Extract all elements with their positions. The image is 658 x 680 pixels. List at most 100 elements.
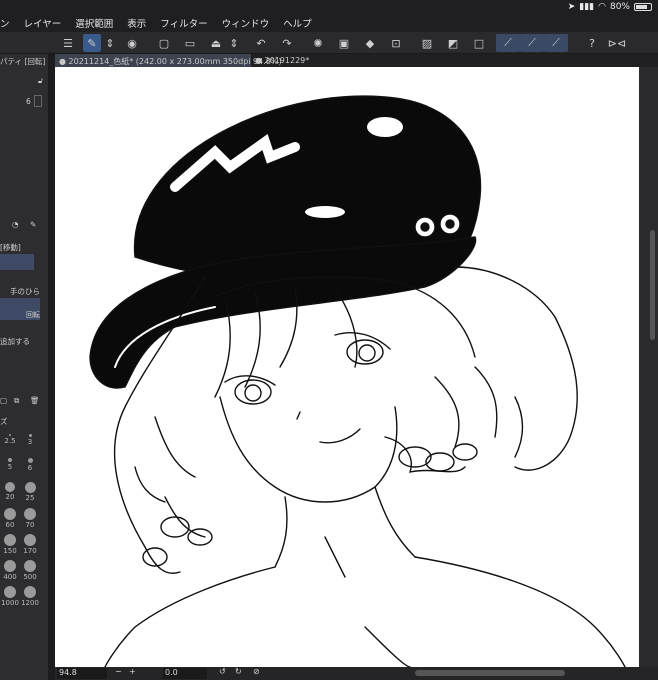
camera-icon[interactable]: ◉ (123, 34, 141, 52)
tab-20211214[interactable]: ● 20211214_色紙* (242.00 x 273.00mm 350dpi… (55, 54, 282, 67)
brush-size-label: 60 (5, 521, 15, 529)
blank-icon[interactable]: ▨ (418, 34, 436, 52)
hand-label: 手のひら (10, 287, 40, 296)
brush-size-1200[interactable]: 1200 (20, 586, 40, 607)
pen3-icon[interactable]: ⟋ (544, 34, 568, 52)
wifi-icon: ◠ (598, 2, 606, 12)
brush-size-170[interactable]: 170 (20, 534, 40, 555)
brush-size-25[interactable]: 25 (20, 482, 40, 502)
square-icon[interactable]: □ (470, 34, 488, 52)
layer-icon[interactable]: ▣ (335, 34, 353, 52)
value-stepper[interactable] (34, 95, 42, 107)
open-folder-icon[interactable]: ▭ (181, 34, 199, 52)
brush-size-60[interactable]: 60 (0, 508, 20, 529)
menu-bar: ン レイヤー 選択範囲 表示 フィルター ウィンドウ ヘルプ (0, 14, 658, 32)
brush-size-label: 1200 (21, 599, 39, 607)
undo-icon[interactable]: ↶ (252, 34, 270, 52)
menu-item-window[interactable]: ウィンドウ (222, 16, 270, 30)
wrench-icon[interactable]: ✎ (30, 220, 36, 229)
save-icon[interactable]: ⏏ (207, 34, 225, 52)
brush-size-1000[interactable]: 1000 (0, 586, 20, 607)
transform-icon[interactable]: ⊡ (387, 34, 405, 52)
brush-size-3[interactable]: 3 (20, 434, 40, 446)
pen2-icon[interactable]: ⟋ (520, 34, 544, 52)
vertical-scrollbar[interactable] (650, 230, 655, 340)
zoom-field[interactable]: 94.8 (57, 668, 107, 679)
flip-icon[interactable]: ⊳⊲ (608, 34, 626, 52)
battery-percent: 80% (609, 2, 630, 12)
lock-icon[interactable]: 🔓︎ (38, 76, 43, 86)
rotate-right-icon[interactable]: ↻ (235, 667, 242, 676)
menu-item-help[interactable]: ヘルプ (283, 16, 312, 30)
line-art-illustration (89, 95, 626, 667)
drawing-canvas[interactable] (55, 67, 639, 667)
trash-icon[interactable]: 🗑︎ (30, 396, 40, 405)
brush-size-label: 6 (27, 464, 33, 472)
menu-icon[interactable]: ☰ (59, 34, 77, 52)
brush-size-label: 70 (25, 521, 35, 529)
right-strip (639, 67, 658, 667)
brush-size-6[interactable]: 6 (20, 458, 40, 472)
brush-size-400[interactable]: 400 (0, 560, 20, 581)
copy-icon[interactable]: ⧉ (14, 396, 19, 406)
stepper-icon[interactable]: ⇕ (104, 34, 116, 52)
rotate-left-icon[interactable]: ↺ (219, 667, 226, 676)
menu-item-filter[interactable]: フィルター (160, 16, 207, 30)
new-canvas-icon[interactable]: ✎ (83, 34, 101, 52)
brush-size-label: 5 (7, 463, 13, 471)
panel-divider[interactable] (48, 54, 55, 680)
reset-rotation-icon[interactable]: ⊘ (253, 667, 260, 676)
brush-size-label: 2.5 (4, 437, 16, 445)
zoom-out-button[interactable]: − (115, 667, 122, 676)
brush-size-20[interactable]: 20 (0, 482, 20, 501)
brush-size-label: 3 (27, 438, 33, 446)
pen-stabilize-icon[interactable]: ⟋ (496, 34, 520, 52)
menu-item-truncated[interactable]: ン (0, 16, 10, 30)
rotate-label: 回転 (26, 311, 40, 319)
tab-label: 20211214_色紙* (242.00 x 273.00mm 350dpi 9… (68, 57, 282, 66)
brush-size-70[interactable]: 70 (20, 508, 40, 529)
brush-size-label: 1000 (1, 599, 19, 607)
redo-icon[interactable]: ↷ (278, 34, 296, 52)
tab-label: 20191229* (264, 56, 310, 65)
move-field[interactable] (0, 254, 34, 270)
new-file-icon[interactable]: ▢ (155, 34, 173, 52)
property-label: パティ [回転] (0, 57, 46, 66)
battery-icon (634, 3, 652, 11)
tab-20191229[interactable]: ● 20191229* (251, 54, 315, 67)
menu-item-layer[interactable]: レイヤー (24, 16, 62, 30)
add-label[interactable]: 追加する (0, 336, 30, 347)
bottom-bar: 94.8 − + 0.0 ↺ ↻ ⊘ (55, 667, 658, 680)
location-icon: ➤ (567, 2, 576, 12)
brush-size-label: 400 (3, 573, 17, 581)
brush-size-label: 20 (5, 493, 15, 501)
battery-fill (636, 5, 648, 9)
brush-size-150[interactable]: 150 (0, 534, 20, 555)
menu-item-view[interactable]: 表示 (127, 16, 146, 30)
status-bar: ➤ ▮▮▮ ◠ 80% (0, 0, 658, 14)
brush-size-label: 25 (25, 494, 35, 502)
zoom-in-button[interactable]: + (129, 667, 136, 676)
cloud-stepper-icon[interactable]: ⇕ (228, 34, 240, 52)
value-six: 6 (26, 97, 31, 106)
brush-size-label: 170 (23, 547, 37, 555)
blank2-icon[interactable]: ◩ (444, 34, 462, 52)
brush-size-2-5[interactable]: 2.5 (0, 434, 20, 445)
timer-icon[interactable]: ◔ (12, 220, 19, 229)
horizontal-scrollbar[interactable] (415, 670, 565, 676)
brush-panel-title: ズ (0, 417, 8, 426)
angle-field[interactable]: 0.0 (163, 668, 207, 679)
document-tabs: ● 20211214_色紙* (242.00 x 273.00mm 350dpi… (55, 54, 658, 67)
help-icon[interactable]: ? (583, 34, 601, 52)
new-layer-icon[interactable]: ▢ (0, 396, 7, 405)
status-right: ➤ ▮▮▮ ◠ 80% (568, 2, 652, 12)
brush-size-label: 150 (3, 547, 17, 555)
brush-size-500[interactable]: 500 (20, 560, 40, 581)
signal-icon: ▮▮▮ (579, 2, 595, 12)
move-label: [移動] (0, 243, 21, 252)
brush-size-5[interactable]: 5 (0, 458, 20, 471)
loading-icon[interactable]: ✺ (309, 34, 327, 52)
toolbar: ☰ ✎ ⇕ ◉ ▢ ▭ ⏏ ⇕ ↶ ↷ ✺ ▣ ◆ ⊡ ▨ ◩ □ ⟋ ⟋ ⟋ … (0, 32, 658, 54)
fill-icon[interactable]: ◆ (361, 34, 379, 52)
menu-item-selection[interactable]: 選択範囲 (75, 16, 113, 30)
